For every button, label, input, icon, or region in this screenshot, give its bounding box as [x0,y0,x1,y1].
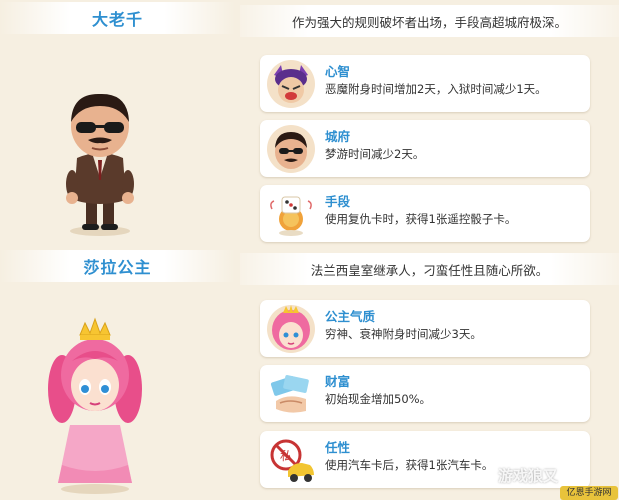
trait-title: 公主气质 [325,309,376,324]
trait-card: 心智 恶魔附身时间增加2天，入狱时间减少1天。 [260,55,590,112]
watermark-text: 游戏狼又 [498,467,559,485]
trait-title: 城府 [325,129,351,144]
trait-card: 手段 使用复仇卡时，获得1张遥控骰子卡。 [260,185,590,242]
character-intro: 法兰西皇室继承人，刁蛮任性且随心所欲。 [310,262,549,278]
trait-card: 财富 初始现金增加50%。 [260,365,590,422]
trait-description: 初始现金增加50%。 [325,392,432,406]
car-card-icon: 私 [270,439,314,482]
character-name-tab: 莎拉公主 [0,250,235,282]
trait-title: 心智 [325,64,351,79]
trait-description: 梦游时间减少2天。 [325,147,425,161]
character-guide-page: 大老千 作为强大的规则破坏者出场，手段高超城府极深。 心智 恶魔附身时间增加2天… [0,0,619,500]
trait-description: 恶魔附身时间增加2天，入狱时间减少1天。 [325,82,547,96]
character-name-tab: 大老千 [0,2,235,34]
site-badge: 亿恩手游网 [560,486,618,500]
trait-title: 手段 [325,194,351,209]
trait-card: 城府 梦游时间减少2天。 [260,120,590,177]
character-intro-tab: 作为强大的规则破坏者出场，手段高超城府极深。 [240,5,619,37]
character-intro-tab: 法兰西皇室继承人，刁蛮任性且随心所欲。 [240,253,619,285]
gangster-face-icon [267,125,315,173]
remote-dice-icon [270,196,312,236]
character-name: 大老千 [91,10,143,29]
character-name: 莎拉公主 [83,258,152,277]
money-icon [270,375,309,413]
svg-text:私: 私 [280,449,292,463]
gangster-character-portrait [66,93,134,236]
trait-description: 使用汽车卡后，获得1张汽车卡。 [325,458,494,472]
princess-face-icon [267,305,315,353]
trait-description: 穷神、衰神附身时间减少3天。 [325,327,482,341]
trait-title: 财富 [325,374,351,389]
princess-character-portrait [48,317,142,494]
trait-description: 使用复仇卡时，获得1张遥控骰子卡。 [325,212,517,226]
demon-icon [267,60,315,108]
character-intro: 作为强大的规则破坏者出场，手段高超城府极深。 [291,14,567,30]
trait-card: 公主气质 穷神、衰神附身时间减少3天。 [260,300,590,357]
trait-title: 任性 [325,440,351,455]
